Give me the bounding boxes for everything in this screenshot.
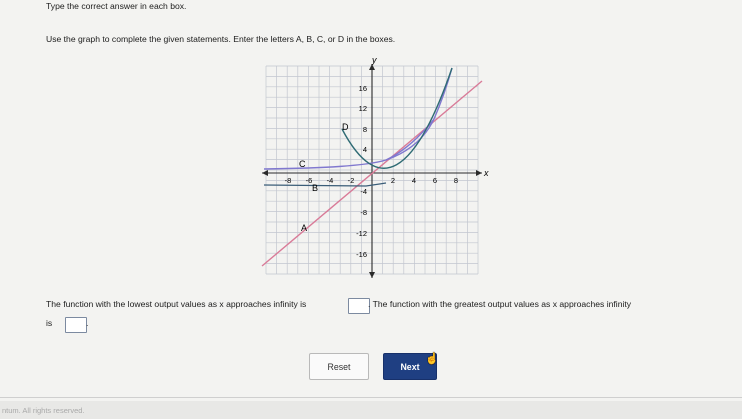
answer-box-2[interactable]: [65, 317, 87, 333]
dark-line-b: [263, 182, 387, 187]
instruction-text: Type the correct answer in each box.: [46, 1, 187, 11]
x-axis-arrow-left: [262, 170, 268, 176]
x-axis-label: x: [483, 168, 489, 178]
y-tick-label: 12: [359, 104, 367, 113]
y-axis-label: y: [371, 56, 377, 65]
prompt-text: Use the graph to complete the given stat…: [46, 34, 396, 44]
x-tick-label: -8: [285, 176, 292, 185]
statement2-after: .: [86, 318, 89, 328]
label-b: B: [312, 183, 318, 193]
reset-button[interactable]: Reset: [309, 353, 369, 380]
statement1-before: The function with the lowest output valu…: [46, 299, 307, 309]
y-tick-label: -4: [360, 187, 367, 196]
footer-bar: [0, 401, 742, 419]
statement2-before: is: [46, 318, 53, 328]
x-tick-label: -4: [327, 176, 334, 185]
footer-divider: [0, 397, 742, 398]
y-tick-label: 16: [359, 84, 367, 93]
x-axis-arrow-right: [476, 170, 482, 176]
answer-box-1[interactable]: [348, 298, 370, 314]
footer-text: ntum. All rights reserved.: [2, 406, 85, 415]
y-tick-label: 4: [363, 145, 367, 154]
x-tick-label: 8: [454, 176, 458, 185]
pointer-cursor-icon: ☝: [425, 353, 439, 365]
x-tick-label: 6: [433, 176, 437, 185]
statement1-after: . The function with the greatest output …: [368, 299, 632, 309]
purple-line: [263, 118, 435, 170]
x-tick-label: -2: [348, 176, 355, 185]
x-tick-label: 2: [391, 176, 395, 185]
y-tick-label: 8: [363, 125, 367, 134]
y-tick-label: -8: [360, 208, 367, 217]
y-axis-arrow-down: [369, 272, 375, 278]
graph-axes: [262, 64, 482, 278]
y-tick-label: -16: [356, 250, 367, 259]
graph: -8 -6 -4 -2 2 4 6 8161284-4-8-12-16 x y C B D A: [261, 56, 489, 278]
x-tick-label: 4: [412, 176, 416, 185]
label-d: D: [342, 122, 349, 132]
tick-labels: -8 -6 -4 -2 2 4 6 8161284-4-8-12-16: [285, 84, 458, 259]
label-c: C: [299, 159, 306, 169]
y-tick-label: -12: [356, 229, 367, 238]
label-a: A: [301, 223, 307, 233]
